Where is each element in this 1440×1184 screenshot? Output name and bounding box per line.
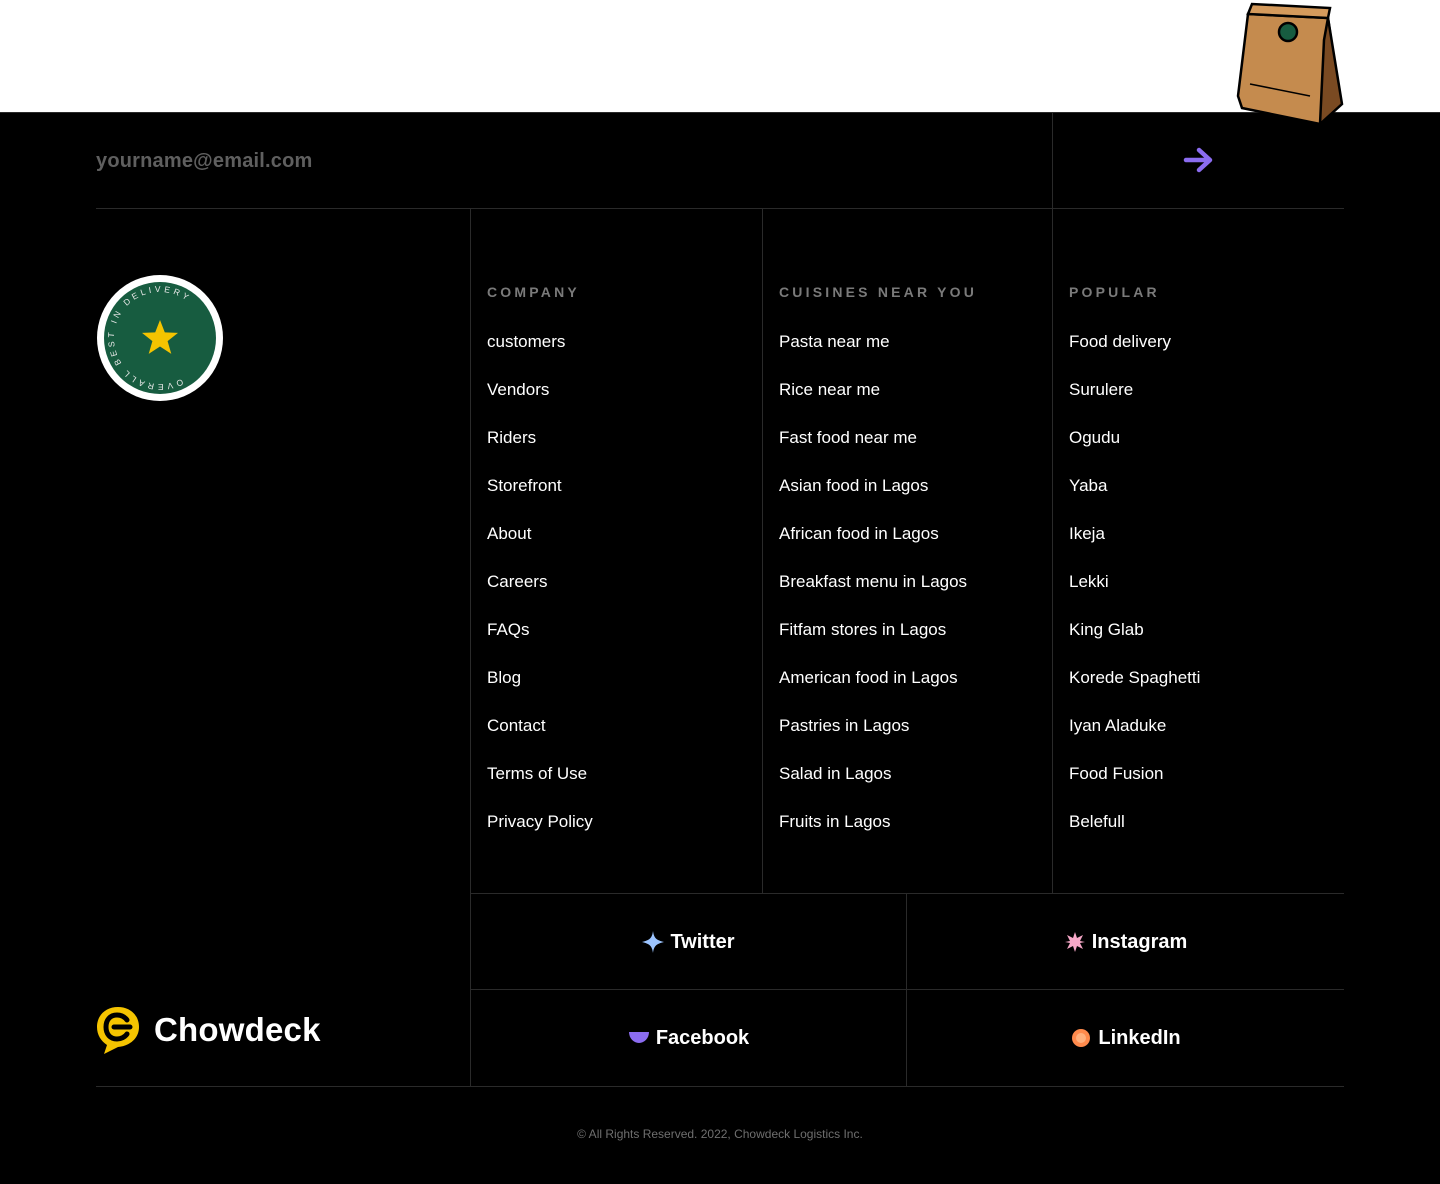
link-blog[interactable]: Blog xyxy=(487,668,521,687)
link-terms-of-use[interactable]: Terms of Use xyxy=(487,764,587,783)
link-fruits[interactable]: Fruits in Lagos xyxy=(779,812,891,831)
company-column: COMPANY customers Vendors Riders Storefr… xyxy=(487,284,593,856)
popular-column: POPULAR Food delivery Surulere Ogudu Yab… xyxy=(1069,284,1200,856)
link-surulere[interactable]: Surulere xyxy=(1069,380,1133,399)
twitter-label: Twitter xyxy=(670,930,735,953)
link-customers[interactable]: customers xyxy=(487,332,565,351)
link-food-fusion[interactable]: Food Fusion xyxy=(1069,764,1164,783)
divider xyxy=(96,208,1344,209)
flower-icon xyxy=(1064,931,1086,953)
link-american-food[interactable]: American food in Lagos xyxy=(779,668,958,687)
company-heading: COMPANY xyxy=(487,284,580,300)
link-belefull[interactable]: Belefull xyxy=(1069,812,1125,831)
sparkle-icon xyxy=(642,931,665,953)
link-ikeja[interactable]: Ikeja xyxy=(1069,524,1105,543)
cuisines-links: Pasta near me Rice near me Fast food nea… xyxy=(779,328,977,856)
link-fast-food-near-me[interactable]: Fast food near me xyxy=(779,428,917,447)
link-careers[interactable]: Careers xyxy=(487,572,547,591)
linkedin-label: LinkedIn xyxy=(1098,1026,1181,1049)
link-storefront[interactable]: Storefront xyxy=(487,476,562,495)
link-food-delivery[interactable]: Food delivery xyxy=(1069,332,1171,351)
best-delivery-badge: OVERALL BEST IN DELIVERY xyxy=(96,274,224,402)
email-input[interactable] xyxy=(96,136,1036,186)
divider xyxy=(762,209,763,893)
link-riders[interactable]: Riders xyxy=(487,428,536,447)
arrow-right-icon xyxy=(1183,147,1212,173)
company-links: customers Vendors Riders Storefront Abou… xyxy=(487,328,593,856)
link-african-food[interactable]: African food in Lagos xyxy=(779,524,939,543)
link-pasta-near-me[interactable]: Pasta near me xyxy=(779,332,890,351)
instagram-label: Instagram xyxy=(1091,930,1188,953)
link-fitfam-stores[interactable]: Fitfam stores in Lagos xyxy=(779,620,946,639)
brand-logo[interactable]: Chowdeck xyxy=(96,1005,321,1055)
link-breakfast-menu[interactable]: Breakfast menu in Lagos xyxy=(779,572,967,591)
link-privacy-policy[interactable]: Privacy Policy xyxy=(487,812,593,831)
site-footer: OVERALL BEST IN DELIVERY COMPANY custome… xyxy=(0,112,1440,1184)
link-faqs[interactable]: FAQs xyxy=(487,620,530,639)
copyright-text: © All Rights Reserved. 2022, Chowdeck Lo… xyxy=(577,1127,863,1141)
cuisines-column: CUISINES NEAR YOU Pasta near me Rice nea… xyxy=(779,284,977,856)
linkedin-link[interactable]: LinkedIn xyxy=(907,990,1344,1086)
link-ogudu[interactable]: Ogudu xyxy=(1069,428,1120,447)
instagram-link[interactable]: Instagram xyxy=(907,894,1344,990)
link-korede-spaghetti[interactable]: Korede Spaghetti xyxy=(1069,668,1200,687)
paper-bag-icon xyxy=(1236,2,1344,127)
divider xyxy=(96,1086,1344,1087)
link-lekki[interactable]: Lekki xyxy=(1069,572,1109,591)
link-asian-food[interactable]: Asian food in Lagos xyxy=(779,476,928,495)
twitter-link[interactable]: Twitter xyxy=(471,894,906,990)
brand-name: Chowdeck xyxy=(154,1011,321,1048)
divider xyxy=(1052,209,1053,893)
link-rice-near-me[interactable]: Rice near me xyxy=(779,380,880,399)
cuisines-heading: CUISINES NEAR YOU xyxy=(779,284,978,300)
circle-icon xyxy=(1070,1027,1092,1049)
link-contact[interactable]: Contact xyxy=(487,716,546,735)
facebook-label: Facebook xyxy=(655,1026,750,1049)
link-vendors[interactable]: Vendors xyxy=(487,380,549,399)
popular-links: Food delivery Surulere Ogudu Yaba Ikeja … xyxy=(1069,328,1200,856)
link-yaba[interactable]: Yaba xyxy=(1069,476,1107,495)
link-iyan-aladuke[interactable]: Iyan Aladuke xyxy=(1069,716,1166,735)
link-salad[interactable]: Salad in Lagos xyxy=(779,764,891,783)
chowdeck-logo-icon xyxy=(97,1007,139,1054)
half-circle-icon xyxy=(628,1027,650,1049)
facebook-link[interactable]: Facebook xyxy=(471,990,906,1086)
link-pastries[interactable]: Pastries in Lagos xyxy=(779,716,909,735)
link-about[interactable]: About xyxy=(487,524,531,543)
popular-heading: POPULAR xyxy=(1069,284,1160,300)
top-section xyxy=(0,0,1440,112)
link-king-glab[interactable]: King Glab xyxy=(1069,620,1144,639)
